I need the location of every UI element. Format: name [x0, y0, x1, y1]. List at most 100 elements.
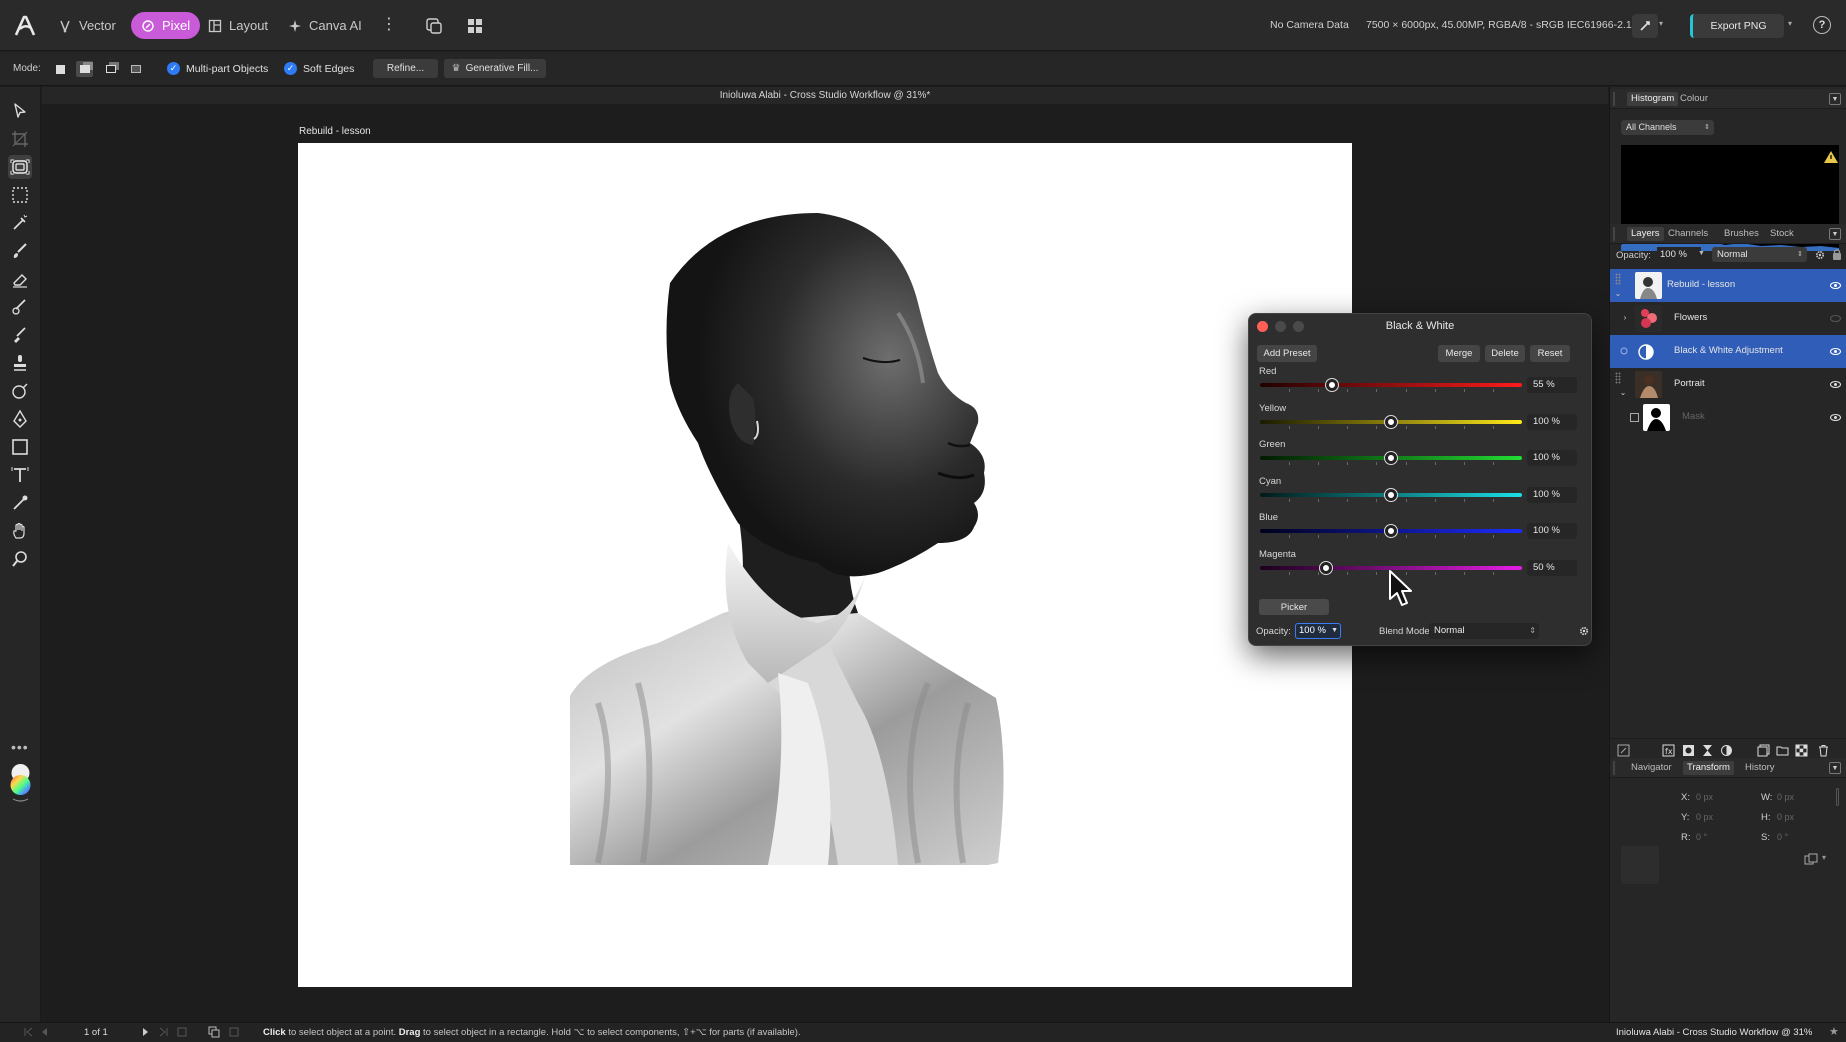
layer-row-mask[interactable]: Mask: [1610, 401, 1846, 434]
blend-mode-select[interactable]: Normal ⇕: [1429, 623, 1539, 639]
persona-canva-ai[interactable]: Canva AI: [278, 12, 372, 39]
previous-page-icon[interactable]: [38, 1026, 50, 1038]
slider-value-green[interactable]: 100 %: [1527, 450, 1577, 466]
slider-knob-blue[interactable]: [1385, 525, 1397, 537]
last-page-icon[interactable]: [158, 1026, 170, 1038]
tab-history[interactable]: History: [1741, 761, 1779, 775]
tab-colour[interactable]: Colour: [1676, 92, 1712, 106]
visibility-eye-icon[interactable]: [1830, 412, 1841, 423]
transform-options-icon[interactable]: [1804, 853, 1818, 865]
hand-tool-icon[interactable]: [8, 519, 32, 543]
visibility-eye-icon[interactable]: [1830, 379, 1841, 390]
clone-stamp-tool-icon[interactable]: [8, 351, 32, 375]
slider-green[interactable]: [1260, 452, 1522, 465]
move-tool-icon[interactable]: [8, 99, 32, 123]
mode-subtract-icon[interactable]: [102, 61, 119, 77]
mode-new-icon[interactable]: [52, 61, 69, 77]
grid-view-button[interactable]: [463, 14, 487, 38]
slider-value-magenta[interactable]: 50 %: [1527, 560, 1577, 576]
slider-value-red[interactable]: 55 %: [1527, 377, 1577, 393]
snapping-dropdown-icon[interactable]: ▾: [1659, 19, 1663, 28]
tab-channels[interactable]: Channels: [1664, 227, 1712, 241]
merge-button[interactable]: Merge: [1438, 345, 1480, 362]
slider-blue[interactable]: [1260, 525, 1522, 538]
crop-tool-icon[interactable]: [8, 127, 32, 151]
dodge-tool-icon[interactable]: [8, 379, 32, 403]
expand-caret-icon[interactable]: ⌄: [1613, 289, 1623, 299]
slider-cyan[interactable]: [1260, 489, 1522, 502]
layer-row-flowers[interactable]: › Flowers: [1610, 302, 1846, 335]
persona-pixel[interactable]: Pixel: [131, 12, 201, 39]
selection-brush-tool-icon[interactable]: [8, 211, 32, 235]
slider-value-cyan[interactable]: 100 %: [1527, 487, 1577, 503]
mask-layer-icon[interactable]: [1682, 744, 1695, 757]
slider-knob-yellow[interactable]: [1385, 416, 1397, 428]
add-page-icon[interactable]: [176, 1026, 188, 1038]
transform-h-value[interactable]: 0 px: [1777, 812, 1794, 822]
eraser-tool-icon[interactable]: [8, 267, 32, 291]
add-group-icon[interactable]: [1776, 744, 1789, 757]
drag-handle-icon[interactable]: [1615, 273, 1621, 285]
paint-brush-tool-icon[interactable]: [8, 239, 32, 263]
fx-icon[interactable]: fx: [1662, 744, 1675, 757]
adjustment-link-icon[interactable]: [1618, 345, 1630, 357]
export-dropdown-icon[interactable]: ▾: [1784, 19, 1796, 31]
object-selection-tool-icon[interactable]: [8, 155, 32, 179]
more-tools-icon[interactable]: •••: [11, 739, 29, 755]
app-logo-icon[interactable]: [12, 13, 38, 39]
panel-grip-icon[interactable]: [1613, 227, 1615, 241]
visibility-eye-icon[interactable]: [1830, 280, 1841, 291]
persona-vector[interactable]: Vector: [48, 12, 126, 39]
slider-value-blue[interactable]: 100 %: [1527, 523, 1577, 539]
drag-handle-icon[interactable]: [1615, 372, 1621, 384]
tab-brushes[interactable]: Brushes: [1720, 227, 1763, 241]
proportion-lock-icon[interactable]: [1836, 788, 1839, 806]
layer-settings-gear-icon[interactable]: [1814, 249, 1826, 261]
more-options-icon[interactable]: ⋮: [381, 15, 397, 35]
panel-grip-icon[interactable]: [1613, 761, 1615, 775]
layer-row-portrait[interactable]: ⌄ Portrait: [1610, 368, 1846, 401]
persona-layout[interactable]: Layout: [198, 12, 278, 39]
reset-button[interactable]: Reset: [1530, 345, 1570, 362]
adjustment-layer-icon[interactable]: [1720, 744, 1733, 757]
refine-button[interactable]: Refine...: [373, 59, 438, 78]
mask-checkbox-icon[interactable]: [1630, 413, 1639, 422]
slider-value-yellow[interactable]: 100 %: [1527, 414, 1577, 430]
collapse-panel-icon[interactable]: ▼: [1829, 93, 1841, 105]
trash-icon[interactable]: [1817, 744, 1830, 757]
delete-button[interactable]: Delete: [1485, 345, 1525, 362]
tab-navigator[interactable]: Navigator: [1627, 761, 1676, 775]
tab-transform[interactable]: Transform: [1683, 761, 1734, 775]
expand-caret-icon[interactable]: ⌄: [1618, 388, 1628, 398]
text-tool-icon[interactable]: [8, 463, 32, 487]
slider-yellow[interactable]: [1260, 416, 1522, 429]
assets-studio-button[interactable]: [422, 14, 446, 38]
live-filter-icon[interactable]: [1701, 744, 1714, 757]
layers-opacity-field[interactable]: 100 %: [1657, 247, 1701, 262]
layer-row-black-white-adjustment[interactable]: Black & White Adjustment: [1610, 335, 1846, 368]
checkerboard-icon[interactable]: [1795, 744, 1808, 757]
document-tab-title[interactable]: Inioluwa Alabi - Cross Studio Workflow @…: [42, 87, 1608, 104]
favorite-star-icon[interactable]: ★: [1829, 1025, 1839, 1038]
healing-brush-tool-icon[interactable]: [8, 295, 32, 319]
multipart-objects-checkbox[interactable]: ✓ Multi-part Objects: [167, 62, 268, 75]
transform-options-caret-icon[interactable]: ▾: [1822, 853, 1826, 862]
anchor-point-selector[interactable]: [1621, 846, 1659, 884]
zoom-tool-icon[interactable]: [8, 547, 32, 571]
expand-caret-icon[interactable]: ›: [1620, 313, 1630, 323]
delete-page-icon[interactable]: [228, 1026, 240, 1038]
slider-knob-magenta[interactable]: [1320, 562, 1332, 574]
picker-button[interactable]: Picker: [1259, 599, 1329, 615]
transform-r-value[interactable]: 0 °: [1696, 832, 1707, 842]
next-page-icon[interactable]: [140, 1026, 152, 1038]
transform-w-value[interactable]: 0 px: [1777, 792, 1794, 802]
mode-add-icon[interactable]: [76, 61, 93, 77]
layers-blend-select[interactable]: Normal ⇕: [1712, 247, 1807, 262]
collapse-panel-icon[interactable]: ▼: [1829, 228, 1841, 240]
generative-fill-button[interactable]: ♛ Generative Fill...: [444, 59, 546, 78]
edit-layer-icon[interactable]: [1617, 744, 1630, 757]
slider-knob-green[interactable]: [1385, 452, 1397, 464]
tab-layers[interactable]: Layers: [1627, 227, 1664, 241]
marquee-tool-icon[interactable]: [8, 183, 32, 207]
slider-knob-red[interactable]: [1326, 379, 1338, 391]
